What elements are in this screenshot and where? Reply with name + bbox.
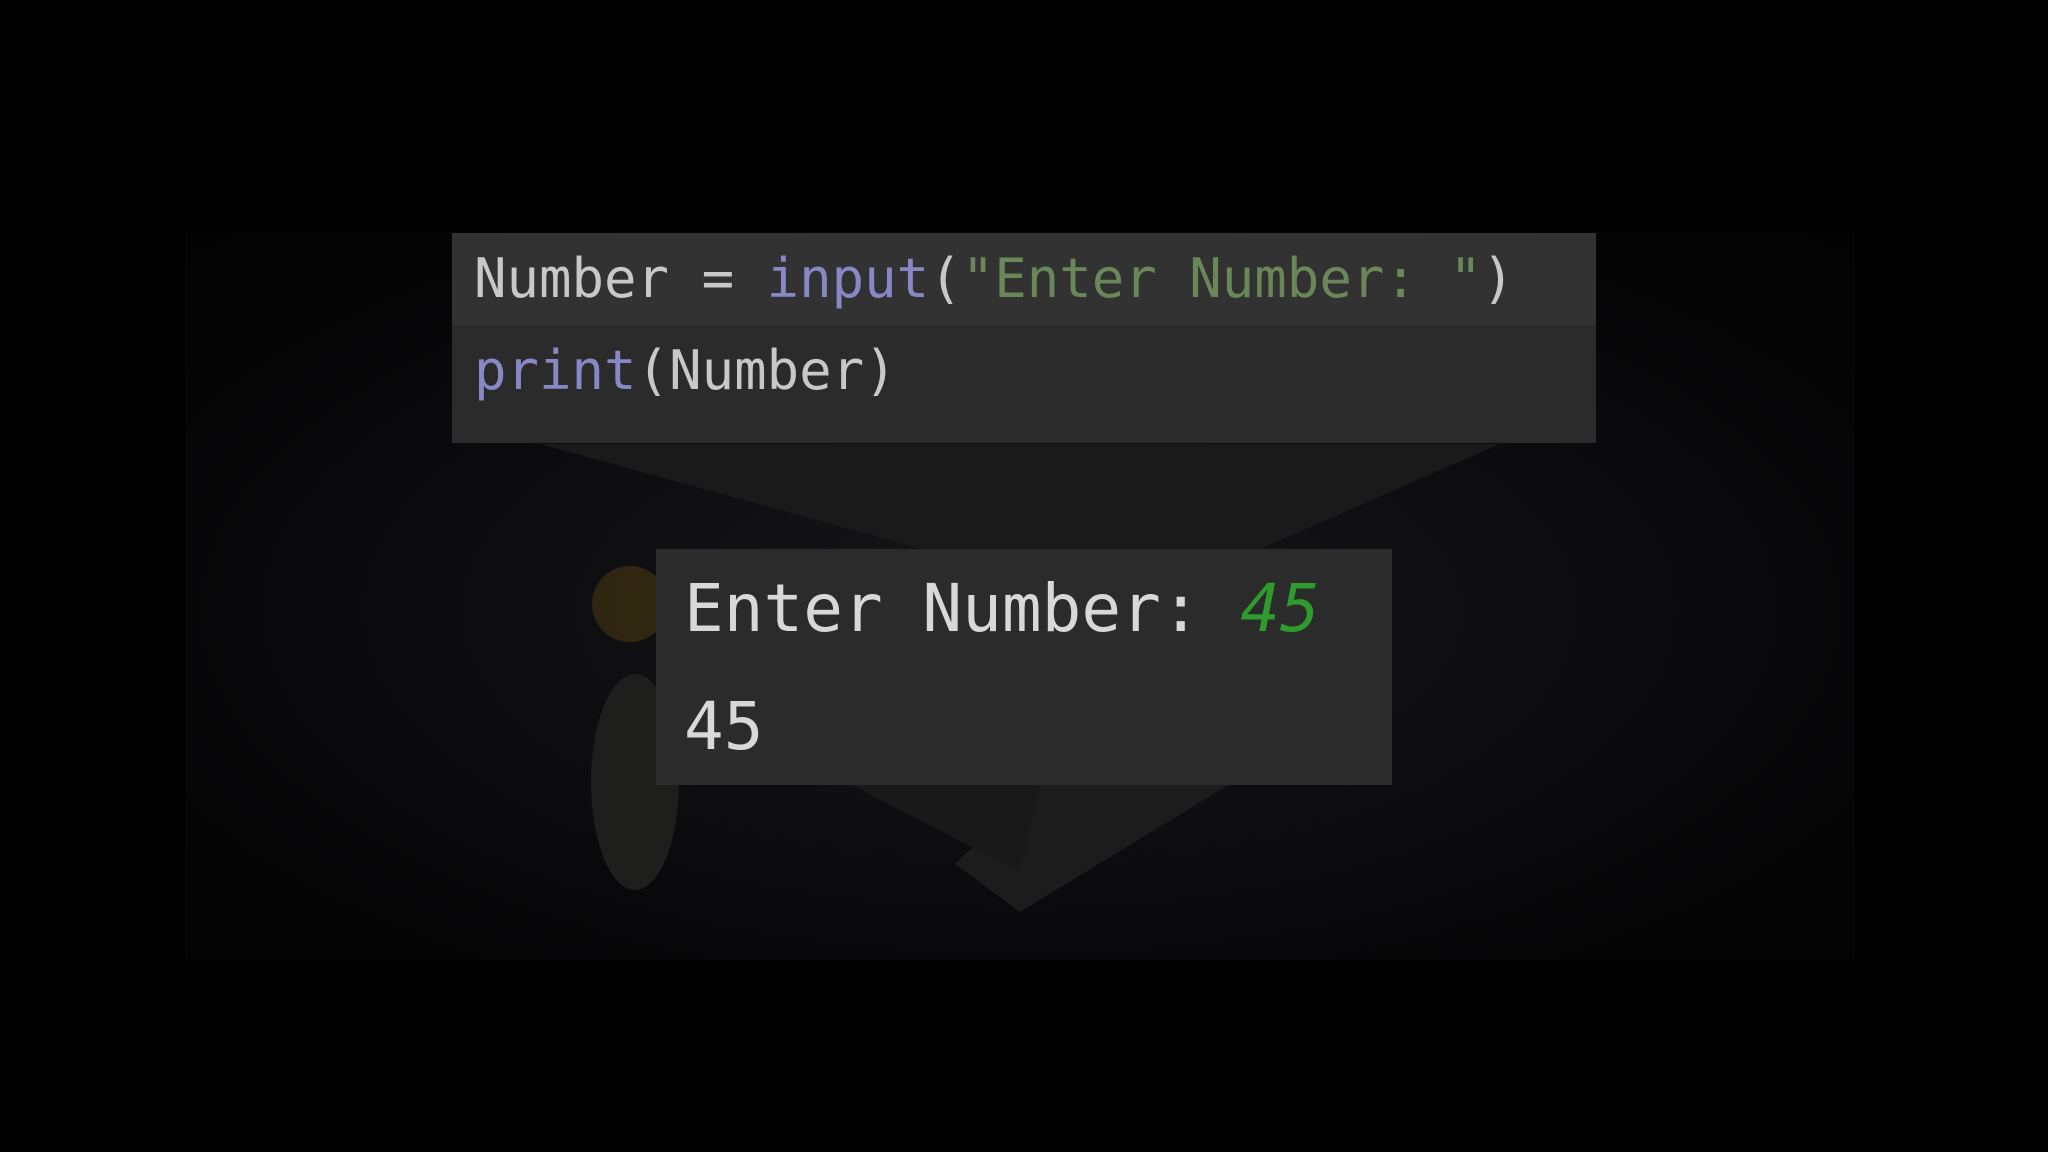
function-token: input xyxy=(766,247,930,310)
console-prompt: Enter Number: xyxy=(684,570,1241,647)
code-editor[interactable]: Number = input("Enter Number: ") print(N… xyxy=(452,233,1596,443)
paren-token: ( xyxy=(929,247,962,310)
paren-token: ) xyxy=(1481,247,1515,310)
console-prompt-line: Enter Number: 45 xyxy=(684,569,1320,649)
argument-token: Number xyxy=(669,339,865,402)
console-output[interactable]: Enter Number: 45 45 xyxy=(656,549,1392,785)
console-output-line: 45 xyxy=(684,688,764,765)
screen: Number = input("Enter Number: ") print(N… xyxy=(0,0,2048,1152)
paren-token: ( xyxy=(636,339,670,402)
string-token: "Enter Number: " xyxy=(961,247,1482,310)
function-token: print xyxy=(474,339,637,402)
operator-token: = xyxy=(669,247,767,310)
code-line[interactable]: Number = input("Enter Number: ") xyxy=(452,233,1596,325)
paren-token: ) xyxy=(864,339,897,402)
variable-token: Number xyxy=(474,247,670,310)
code-line[interactable]: print(Number) xyxy=(452,325,1596,417)
console-user-input: 45 xyxy=(1240,570,1320,647)
